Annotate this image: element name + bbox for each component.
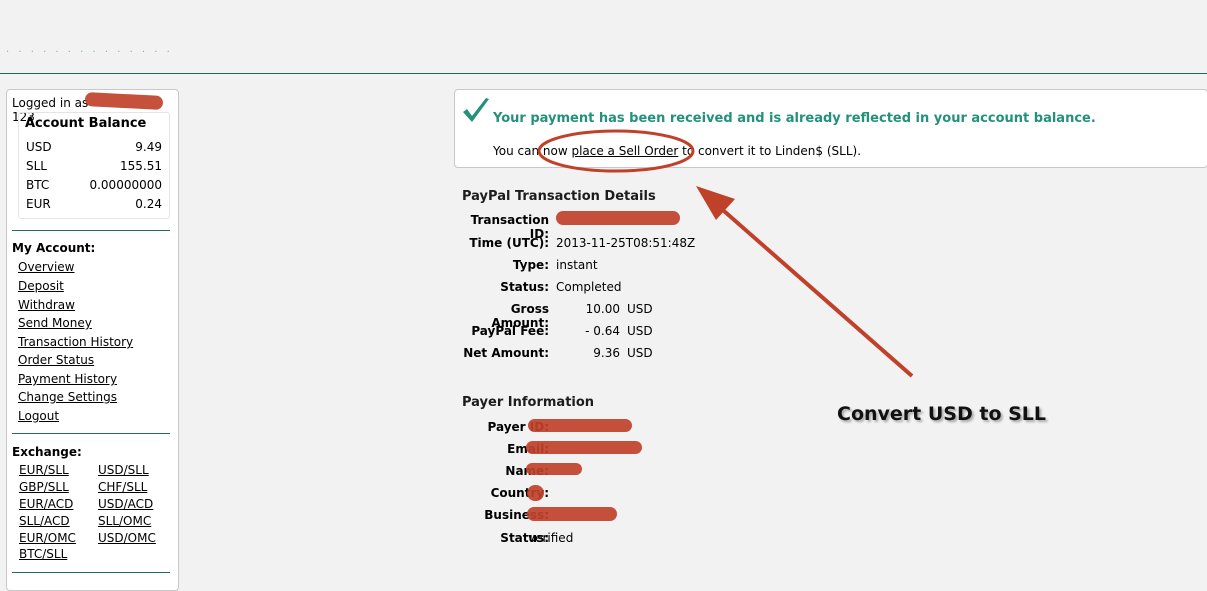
annotation-overlay (537, 129, 914, 378)
annotation-callout: Convert USD to SLL (837, 403, 1047, 425)
annotation-arrow-icon (696, 186, 914, 378)
highlight-ellipse (537, 129, 695, 173)
